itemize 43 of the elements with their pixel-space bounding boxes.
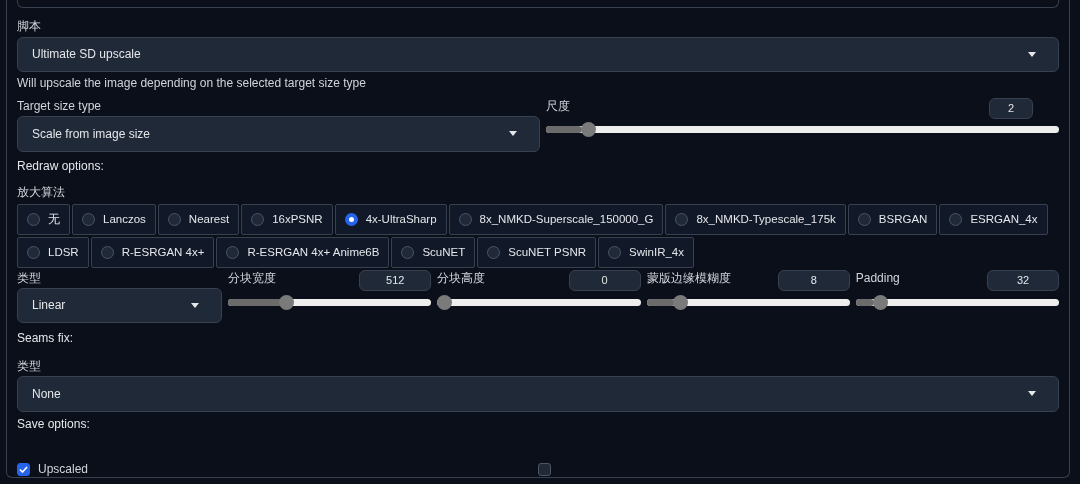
selected-value: Ultimate SD upscale [32,47,141,62]
target-size-dropdown[interactable]: Scale from image size [17,115,540,152]
slider-label: 蒙版边缘模糊度 [646,269,731,286]
hint-text: Will upscale the image depending on the selected target size type [17,75,367,92]
slider-label: 尺度 [546,97,570,114]
number-field[interactable]: 512 [359,269,432,291]
script-dropdown[interactable]: Ultimate SD upscale [17,36,1059,73]
radio-option[interactable]: ScuNET [391,236,476,268]
selected-value: Scale from image size [32,126,151,141]
radio-option[interactable]: ScuNET PSNR [477,236,597,268]
radio-option[interactable]: LDSR [17,236,89,268]
radio-option[interactable]: 16xPSNR [241,203,333,235]
type-dropdown[interactable]: Linear [17,287,222,323]
number-field[interactable]: 2 [989,97,1033,119]
section-heading: Save options: [17,415,91,432]
radio-option[interactable]: R-ESRGAN 4x+ Anime6B [216,236,390,268]
radio-option[interactable]: 4x-UltraSharp [334,203,447,235]
slider-label: 分块高度 [437,269,486,286]
selected-value: None [32,386,61,401]
field-label: Target size type [17,97,103,114]
field-label: 类型 [17,358,42,375]
radio-option[interactable]: R-ESRGAN 4x+ [90,236,215,268]
slider-label: 分块宽度 [228,269,276,286]
radio-option[interactable]: Nearest [157,203,240,235]
field-label: 脚本 [17,17,42,34]
radio-option[interactable]: SwinIR_4x [598,236,694,268]
radio-option[interactable]: 8x_NMKD-Superscale_150000_G [448,203,664,235]
number-field[interactable]: 0 [568,269,641,291]
field-label: 放大算法 [17,183,66,200]
slider-label: Padding [855,269,900,286]
section-heading: Seams fix: [17,330,74,347]
number-field[interactable]: 8 [777,269,850,291]
radio-option[interactable]: 无 [17,203,70,235]
radio-option[interactable]: Lanczos [72,203,156,235]
field-label: 类型 [17,269,42,286]
radio-option[interactable]: BSRGAN [847,203,938,235]
number-field[interactable]: 32 [987,269,1059,291]
radio-option[interactable]: 8x_NMKD-Typescale_175k [665,203,846,235]
radio-option[interactable]: ESRGAN_4x [939,203,1048,235]
section-heading: Redraw options: [17,157,105,174]
checkbox-label: Upscaled [38,461,89,477]
seams-type-dropdown[interactable]: None [17,376,1059,412]
selected-value: Linear [32,298,66,313]
